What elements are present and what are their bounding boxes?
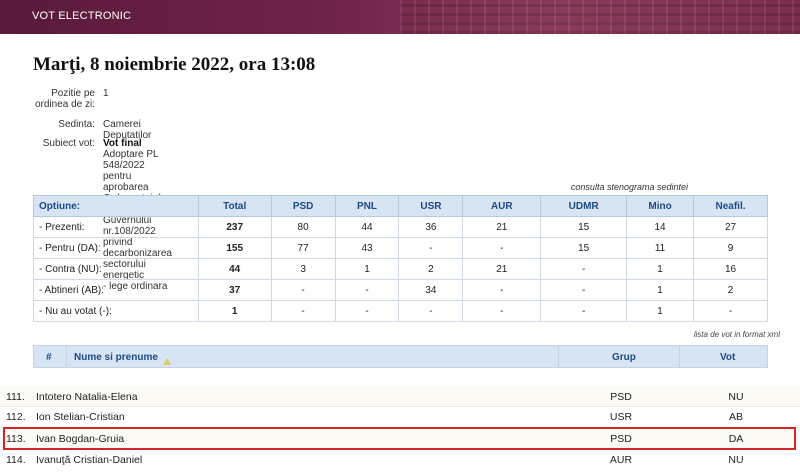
stats-cell: 3 <box>270 258 336 280</box>
stats-row-abtineri: - Abtineri (AB): 37 - - 34 - - 1 2 <box>33 279 768 301</box>
list-item-vote: NU <box>728 454 744 466</box>
stats-cell: 15 <box>540 237 628 259</box>
sort-ascending-icon[interactable] <box>162 358 171 365</box>
list-item: 112. Ion Stelian-Cristian USR AB <box>0 406 800 426</box>
header-divider <box>679 346 680 367</box>
stats-cell: 27 <box>693 216 768 238</box>
sitting-label: Sedinta: <box>58 119 95 130</box>
stats-cell: - Pentru (DA): <box>33 237 199 259</box>
stats-row-pentru: - Pentru (DA): 155 77 43 - - 15 11 9 <box>33 237 768 259</box>
list-item-group: USR <box>609 411 633 423</box>
col-optiune: Optiune: <box>33 195 199 217</box>
stats-cell: - <box>270 279 336 301</box>
list-item-vote: AB <box>728 411 743 423</box>
stats-cell: 9 <box>693 237 768 259</box>
stats-cell: - <box>540 279 628 301</box>
page-title: Marţi, 8 noiembrie 2022, ora 13:08 <box>33 54 316 75</box>
stats-cell: - Abtineri (AB): <box>33 279 199 301</box>
col-pnl: PNL <box>334 195 400 217</box>
stats-cell: - <box>462 300 542 322</box>
top-banner: VOT ELECTRONIC <box>0 0 800 34</box>
stats-cell: 14 <box>626 216 695 238</box>
stats-cell: - Contra (NU): <box>33 258 199 280</box>
stats-cell: 21 <box>462 258 542 280</box>
list-col-vot: Vot <box>720 352 736 363</box>
col-mino: Mino <box>626 195 695 217</box>
stats-cell: 15 <box>540 216 628 238</box>
stats-cell: 1 <box>626 258 695 280</box>
col-aur: AUR <box>462 195 542 217</box>
list-col-grup: Grup <box>612 352 636 363</box>
vote-list-header: # Nume si prenume Grup Vot <box>33 345 768 368</box>
list-item-group: PSD <box>610 391 632 403</box>
stats-cell: 2 <box>398 258 464 280</box>
position-value: 1 <box>103 88 109 99</box>
stats-cell: 77 <box>270 237 336 259</box>
stats-cell: - <box>462 237 542 259</box>
list-item-group: AUR <box>609 454 633 466</box>
stats-cell: - <box>693 300 768 322</box>
stats-cell: 1 <box>334 258 400 280</box>
header-divider <box>558 346 559 367</box>
stats-cell: - <box>540 300 628 322</box>
stats-cell: 34 <box>398 279 464 301</box>
xml-list-link[interactable]: lista de vot in format xml <box>694 330 780 339</box>
stats-cell: - <box>462 279 542 301</box>
position-label: Pozitie pe ordinea de zi: <box>34 88 95 110</box>
stats-cell: 1 <box>626 279 695 301</box>
stats-cell: 155 <box>197 237 272 259</box>
stats-cell: 43 <box>334 237 400 259</box>
stats-cell: 21 <box>462 216 542 238</box>
stats-cell: - <box>270 300 336 322</box>
list-col-name[interactable]: Nume si prenume <box>74 352 171 365</box>
subject-title: Vot final <box>103 138 142 149</box>
stats-cell: 36 <box>398 216 464 238</box>
stats-header-row: Optiune: Total PSD PNL USR AUR UDMR Mino… <box>33 195 768 217</box>
banner-pattern <box>400 0 800 34</box>
list-item-vote: NU <box>728 391 744 403</box>
highlight-box <box>3 427 796 450</box>
header-divider <box>66 346 67 367</box>
stats-row-contra: - Contra (NU): 44 3 1 2 21 - 1 16 <box>33 258 768 280</box>
stats-cell: 1 <box>197 300 272 322</box>
stats-row-prezenti: - Prezenti: 237 80 44 36 21 15 14 27 <box>33 216 768 238</box>
col-usr: USR <box>398 195 464 217</box>
vote-stats-table: Optiune: Total PSD PNL USR AUR UDMR Mino… <box>33 195 768 322</box>
stats-cell: - <box>334 300 400 322</box>
stats-cell: - <box>334 279 400 301</box>
stats-cell: - Prezenti: <box>33 216 199 238</box>
list-item-number: 114. <box>6 454 26 466</box>
stats-cell: 11 <box>626 237 695 259</box>
list-item: 114. Ivanuţă Cristian-Daniel AUR NU <box>0 449 800 469</box>
list-item: 111. Intotero Natalia-Elena PSD NU <box>0 386 800 406</box>
list-item-number: 112. <box>6 411 26 423</box>
banner-title: VOT ELECTRONIC <box>32 10 132 22</box>
col-neafil: Neafil. <box>693 195 768 217</box>
stats-cell: 1 <box>626 300 695 322</box>
stats-cell: 44 <box>334 216 400 238</box>
stats-cell: 237 <box>197 216 272 238</box>
list-item-number: 111. <box>6 391 25 403</box>
list-col-name-label: Nume si prenume <box>74 352 158 363</box>
subject-label: Subiect vot: <box>42 138 95 149</box>
col-udmr: UDMR <box>540 195 628 217</box>
stats-cell: - Nu au votat (-): <box>33 300 199 322</box>
list-col-num: # <box>46 352 52 363</box>
stats-cell: 2 <box>693 279 768 301</box>
stats-cell: 37 <box>197 279 272 301</box>
col-total: Total <box>197 195 272 217</box>
stats-cell: 80 <box>270 216 336 238</box>
list-item-name: Ivanuţă Cristian-Daniel <box>36 454 143 466</box>
list-item-name: Ion Stelian-Cristian <box>36 411 125 423</box>
stats-cell: 44 <box>197 258 272 280</box>
stats-cell: - <box>540 258 628 280</box>
stats-row-nu-au-votat: - Nu au votat (-): 1 - - - - - 1 - <box>33 300 768 322</box>
stenogram-link[interactable]: consulta stenograma sedintei <box>571 182 688 192</box>
stats-cell: - <box>398 300 464 322</box>
stats-cell: 16 <box>693 258 768 280</box>
stats-cell: - <box>398 237 464 259</box>
list-item-name: Intotero Natalia-Elena <box>36 391 138 403</box>
col-psd: PSD <box>270 195 336 217</box>
